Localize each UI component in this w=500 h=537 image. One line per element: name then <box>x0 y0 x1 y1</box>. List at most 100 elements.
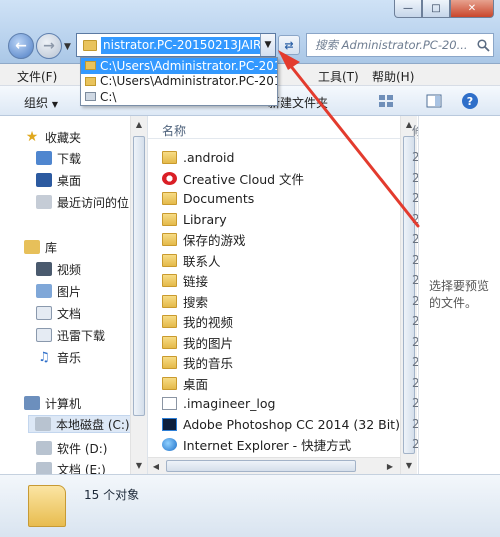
computer-icon <box>24 396 40 410</box>
history-item[interactable]: C:\Users\Administrator.PC-2015 <box>81 74 277 90</box>
chevron-down-icon: ▼ <box>264 40 272 50</box>
scroll-up-icon[interactable]: ▲ <box>131 116 147 132</box>
folder-icon <box>162 376 177 390</box>
preview-pane-icon[interactable] <box>426 93 442 109</box>
ie-icon <box>162 438 177 451</box>
nav-computer[interactable]: 计算机 <box>24 394 81 412</box>
column-header-name[interactable]: 名称 <box>162 122 186 139</box>
folder-icon <box>162 253 177 267</box>
scrollbar-thumb[interactable] <box>166 460 356 472</box>
nav-item-thunder[interactable]: 迅雷下载 <box>36 326 105 344</box>
nav-label: 图片 <box>57 284 82 299</box>
maximize-button[interactable]: □ <box>422 0 450 18</box>
nav-item-downloads[interactable]: 下载 <box>36 149 81 167</box>
folder-icon <box>162 315 177 328</box>
recent-pages-button[interactable]: ▼ <box>64 42 71 52</box>
nav-label: 下载 <box>57 151 82 166</box>
folder-icon <box>85 76 96 86</box>
help-button[interactable]: ? <box>462 93 478 109</box>
cc-icon <box>162 171 177 185</box>
search-icon[interactable] <box>473 38 493 52</box>
file-name: .imagineer_log <box>183 396 276 411</box>
file-row[interactable]: 我的视频 <box>162 312 233 331</box>
desktop-icon <box>36 173 52 187</box>
folder-icon <box>162 274 177 287</box>
scroll-right-icon[interactable]: ▶ <box>382 458 398 474</box>
nav-item-pictures[interactable]: 图片 <box>36 282 81 300</box>
scroll-left-icon[interactable]: ◀ <box>148 458 164 474</box>
folder-icon <box>162 356 177 369</box>
organize-label: 组织 <box>24 96 49 110</box>
folder-icon <box>162 233 177 246</box>
help-icon: ? <box>462 93 478 109</box>
file-row[interactable]: .android <box>162 148 234 167</box>
nav-label: 文档 <box>57 306 82 321</box>
address-bar[interactable]: nistrator.PC-20150213JAIR ▼ <box>76 33 276 57</box>
menu-file[interactable]: 文件(F) <box>17 68 57 85</box>
file-row[interactable]: 联系人 <box>162 251 221 270</box>
nav-favorites[interactable]: ★ 收藏夹 <box>24 128 81 146</box>
organize-button[interactable]: 组织 ▼ <box>24 94 58 111</box>
file-name: 我的视频 <box>183 315 234 330</box>
file-row[interactable]: 桌面 <box>162 374 208 393</box>
file-name: 我的音乐 <box>183 356 234 371</box>
drive-icon <box>85 92 96 102</box>
nav-item-videos[interactable]: 视频 <box>36 260 81 278</box>
drive-icon <box>35 417 51 431</box>
nav-label: 收藏夹 <box>45 130 82 145</box>
address-history-dropdown-button[interactable]: ▼ <box>260 34 275 56</box>
address-history-dropdown: C:\Users\Administrator.PC-2015 C:\Users\… <box>80 57 278 106</box>
nav-item-documents[interactable]: 文档 <box>36 304 81 322</box>
file-name: 搜索 <box>183 294 209 310</box>
file-row[interactable]: Library <box>162 210 227 229</box>
folder-icon <box>162 294 177 308</box>
nav-label: 软件 (D:) <box>57 441 108 456</box>
menu-tools[interactable]: 工具(T) <box>318 68 359 85</box>
file-name: 我的图片 <box>183 335 234 351</box>
file-row[interactable]: Adobe Photoshop CC 2014 (32 Bit) <box>162 415 400 434</box>
scroll-down-icon[interactable]: ▼ <box>131 457 147 473</box>
file-row[interactable]: Internet Explorer - 快捷方式 <box>162 435 351 454</box>
horizontal-scrollbar[interactable]: ◀ ▶ <box>148 457 400 474</box>
nav-item-drive-d[interactable]: 软件 (D:) <box>36 439 107 457</box>
history-item-label: C:\ <box>100 89 117 104</box>
file-row[interactable]: .imagineer_log <box>162 394 275 413</box>
item-count: 15 个对象 <box>84 488 140 502</box>
nav-libraries[interactable]: 库 <box>24 238 57 256</box>
scrollbar-thumb[interactable] <box>133 136 145 416</box>
search-input[interactable]: 搜索 Administrator.PC-20... <box>307 37 473 53</box>
back-button[interactable]: ← <box>8 33 34 59</box>
scroll-down-icon[interactable]: ▼ <box>401 457 417 473</box>
back-arrow-icon: ← <box>15 38 27 54</box>
nav-item-desktop[interactable]: 桌面 <box>36 171 81 189</box>
search-box[interactable]: 搜索 Administrator.PC-20... <box>306 33 494 57</box>
chevron-down-icon: ▼ <box>51 100 58 109</box>
file-row[interactable]: 搜索 <box>162 292 208 311</box>
file-list: 名称 .android Creative Cloud 文件 Documents Lib… <box>148 116 418 474</box>
refresh-icon: ⇄ <box>284 38 294 52</box>
refresh-button[interactable]: ⇄ <box>278 35 300 55</box>
file-row[interactable]: 我的图片 <box>162 333 233 352</box>
address-input[interactable]: nistrator.PC-20150213JAIR <box>101 36 260 54</box>
file-row[interactable]: 我的音乐 <box>162 353 233 372</box>
nav-label: 迅雷下载 <box>57 328 106 343</box>
view-options-icon[interactable] <box>378 93 394 109</box>
nav-pane-scrollbar[interactable]: ▲ ▼ <box>130 116 147 474</box>
nav-label: 视频 <box>57 262 82 277</box>
menu-help[interactable]: 帮助(H) <box>372 68 414 85</box>
file-row[interactable]: 保存的游戏 <box>162 230 246 249</box>
nav-item-drive-c[interactable]: 本地磁盘 (C:) <box>28 415 132 433</box>
folder-icon <box>83 39 97 51</box>
history-item[interactable]: C:\ <box>81 89 277 105</box>
file-row[interactable]: Documents <box>162 189 254 208</box>
file-row[interactable]: Creative Cloud 文件 <box>162 169 304 188</box>
nav-item-recent[interactable]: 最近访问的位 <box>36 193 129 211</box>
file-row[interactable]: 链接 <box>162 271 208 290</box>
history-item[interactable]: C:\Users\Administrator.PC-2015 <box>81 58 277 74</box>
folder-icon <box>85 61 96 71</box>
close-button[interactable]: ✕ <box>450 0 494 18</box>
video-icon <box>36 262 52 276</box>
nav-item-music[interactable]: ♫ 音乐 <box>36 348 81 366</box>
minimize-button[interactable]: — <box>394 0 422 18</box>
forward-button[interactable]: → <box>36 33 62 59</box>
